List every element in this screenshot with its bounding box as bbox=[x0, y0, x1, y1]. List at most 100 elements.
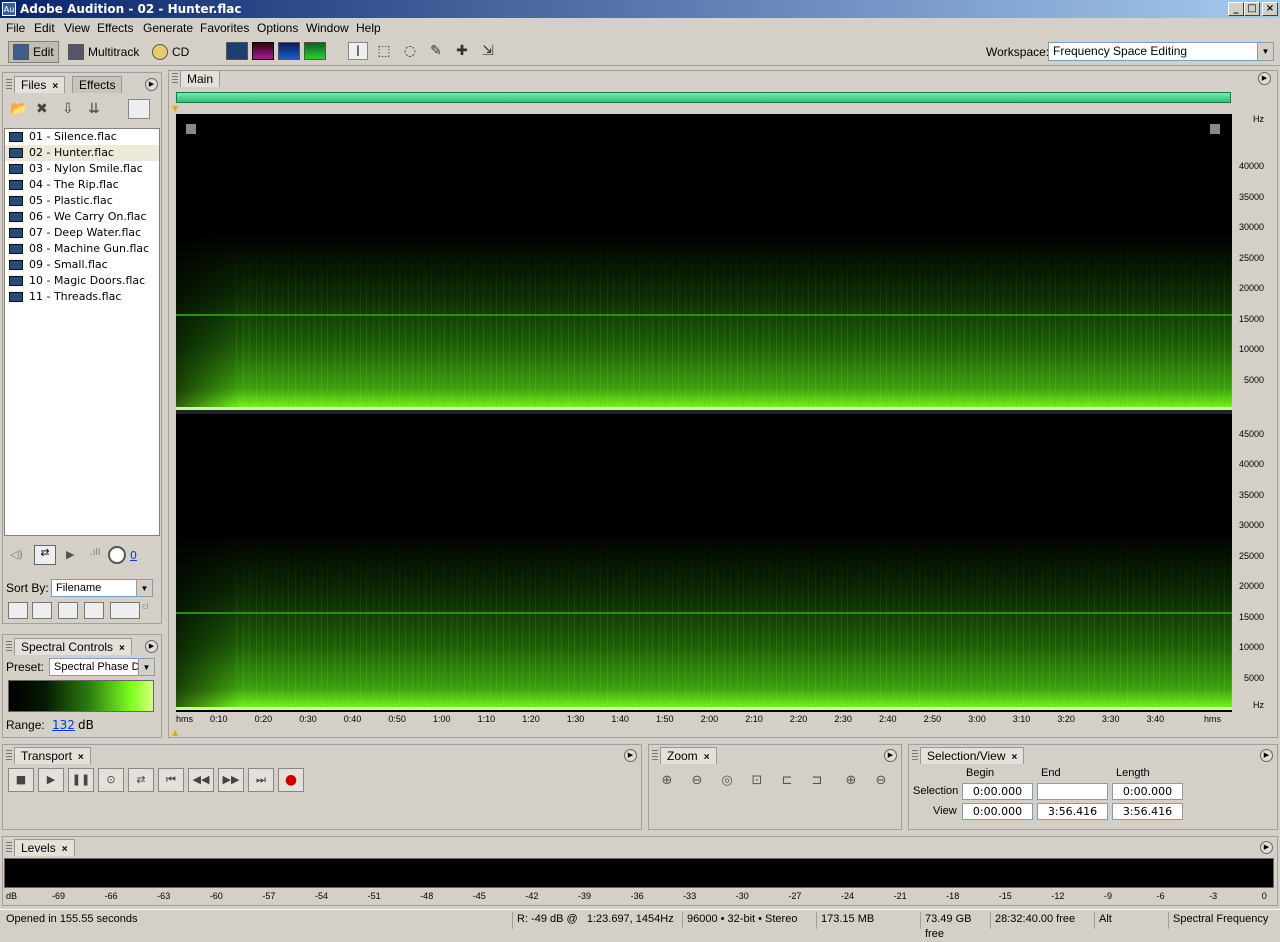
view-end-field[interactable]: 3:56.416 bbox=[1037, 803, 1108, 820]
record-button[interactable]: ● bbox=[278, 768, 304, 792]
panel-menu-icon[interactable]: ▶ bbox=[1260, 841, 1273, 854]
show-options-icon[interactable] bbox=[128, 99, 150, 119]
file-list-item[interactable]: 09 - Small.flac bbox=[5, 257, 159, 273]
insert-into-cd-icon[interactable]: ⇊ bbox=[88, 101, 100, 117]
menu-favorites[interactable]: Favorites bbox=[200, 21, 249, 35]
filter-video-icon[interactable] bbox=[58, 602, 78, 619]
file-list-item[interactable]: 01 - Silence.flac bbox=[5, 129, 159, 145]
file-list-item[interactable]: 02 - Hunter.flac bbox=[5, 145, 159, 161]
minimize-button[interactable]: _ bbox=[1228, 2, 1244, 16]
panel-menu-icon[interactable]: ▶ bbox=[1260, 749, 1273, 762]
play-preview-icon[interactable]: ▶ bbox=[66, 548, 74, 561]
playhead-bottom-icon[interactable]: ▲ bbox=[172, 728, 178, 737]
open-file-icon[interactable]: 📂 bbox=[10, 101, 27, 117]
close-file-icon[interactable]: ✖ bbox=[36, 101, 48, 117]
volume-value[interactable]: 0 bbox=[130, 549, 137, 562]
menu-window[interactable]: Window bbox=[306, 21, 349, 35]
fade-in-handle-icon[interactable] bbox=[186, 124, 196, 134]
overview-bar[interactable] bbox=[176, 92, 1231, 103]
stop-button[interactable]: ■ bbox=[8, 768, 34, 792]
marquee-tool-icon[interactable]: ⬚ bbox=[374, 42, 394, 60]
view-begin-field[interactable]: 0:00.000 bbox=[962, 803, 1033, 820]
autoplay-icon[interactable]: ◁) bbox=[10, 548, 23, 561]
file-list-item[interactable]: 05 - Plastic.flac bbox=[5, 193, 159, 209]
files-list[interactable]: 01 - Silence.flac 02 - Hunter.flac 03 - Ny… bbox=[4, 128, 160, 536]
zoom-to-right-edge-icon[interactable]: ⊐ bbox=[806, 770, 828, 792]
file-list-item[interactable]: 11 - Threads.flac bbox=[5, 289, 159, 305]
zoom-to-left-edge-icon[interactable]: ⊏ bbox=[776, 770, 798, 792]
spot-healing-tool-icon[interactable]: ✚ bbox=[452, 42, 472, 60]
selection-length-field[interactable]: 0:00.000 bbox=[1112, 783, 1183, 800]
spectral-frequency-display-button[interactable] bbox=[252, 42, 274, 60]
zoom-in-vertical-icon[interactable]: ⊕ bbox=[840, 770, 862, 792]
panel-menu-icon[interactable]: ▶ bbox=[884, 749, 897, 762]
loop-play-button[interactable]: ⇄ bbox=[128, 768, 154, 792]
workspace-select[interactable]: Frequency Space Editing ▼ bbox=[1048, 42, 1274, 61]
file-list-item[interactable]: 06 - We Carry On.flac bbox=[5, 209, 159, 225]
brush-tool-icon[interactable]: ✎ bbox=[426, 42, 446, 60]
menu-edit[interactable]: Edit bbox=[34, 21, 55, 35]
menu-effects[interactable]: Effects bbox=[97, 21, 133, 35]
filter-midi-icon[interactable] bbox=[84, 602, 104, 619]
tab-effects[interactable]: Effects bbox=[72, 76, 123, 93]
maximize-button[interactable]: □ bbox=[1244, 2, 1260, 16]
zoom-out-horizontal-icon[interactable]: ⊖ bbox=[686, 770, 708, 792]
pause-button[interactable]: ❚❚ bbox=[68, 768, 94, 792]
go-to-start-button[interactable]: ⏮ bbox=[158, 768, 184, 792]
view-length-field[interactable]: 3:56.416 bbox=[1112, 803, 1183, 820]
go-to-end-button[interactable]: ⏭ bbox=[248, 768, 274, 792]
play-button[interactable]: ▶ bbox=[38, 768, 64, 792]
panel-menu-icon[interactable]: ▶ bbox=[624, 749, 637, 762]
menu-generate[interactable]: Generate bbox=[143, 21, 193, 35]
time-selection-tool-icon[interactable]: I bbox=[348, 42, 368, 60]
file-list-item[interactable]: 03 - Nylon Smile.flac bbox=[5, 161, 159, 177]
panel-menu-icon[interactable]: ▶ bbox=[145, 640, 158, 653]
zoom-in-horizontal-icon[interactable]: ⊕ bbox=[656, 770, 678, 792]
filter-loop-icon[interactable] bbox=[32, 602, 52, 619]
tab-selection-view[interactable]: Selection/View × bbox=[920, 747, 1025, 764]
volume-knob[interactable] bbox=[108, 546, 126, 564]
file-list-item[interactable]: 07 - Deep Water.flac bbox=[5, 225, 159, 241]
fast-forward-button[interactable]: ▶▶ bbox=[218, 768, 244, 792]
filter-audio-icon[interactable] bbox=[8, 602, 28, 619]
tab-zoom[interactable]: Zoom × bbox=[660, 747, 717, 764]
multitrack-view-button[interactable]: Multitrack bbox=[64, 41, 143, 63]
selection-end-field[interactable] bbox=[1037, 783, 1108, 800]
playhead-marker-icon[interactable]: ▼ bbox=[172, 104, 178, 113]
file-list-item[interactable]: 04 - The Rip.flac bbox=[5, 177, 159, 193]
zoom-to-selection-icon[interactable]: ⊡ bbox=[746, 770, 768, 792]
tab-levels[interactable]: Levels × bbox=[14, 839, 75, 856]
lasso-tool-icon[interactable]: ◌ bbox=[400, 42, 420, 60]
tab-main[interactable]: Main bbox=[180, 70, 221, 87]
spectral-pan-display-button[interactable] bbox=[278, 42, 300, 60]
show-all-icon[interactable] bbox=[110, 602, 140, 619]
clip-filter-icon[interactable]: cl bbox=[142, 602, 158, 619]
preset-select[interactable]: Spectral Phase D ▼ bbox=[49, 658, 155, 676]
tab-files[interactable]: Files × bbox=[14, 76, 66, 93]
insert-into-multitrack-icon[interactable]: ⇩ bbox=[62, 101, 74, 117]
file-list-item[interactable]: 08 - Machine Gun.flac bbox=[5, 241, 159, 257]
menu-help[interactable]: Help bbox=[356, 21, 381, 35]
edit-view-button[interactable]: Edit bbox=[8, 41, 59, 63]
rewind-button[interactable]: ◀◀ bbox=[188, 768, 214, 792]
play-to-end-button[interactable]: ⊙ bbox=[98, 768, 124, 792]
fade-out-handle-icon[interactable] bbox=[1210, 124, 1220, 134]
panel-menu-icon[interactable]: ▶ bbox=[1258, 72, 1271, 85]
scrub-tool-icon[interactable]: ⇲ bbox=[478, 42, 498, 60]
selection-begin-field[interactable]: 0:00.000 bbox=[962, 783, 1033, 800]
spectral-display[interactable] bbox=[176, 114, 1232, 712]
zoom-out-full-icon[interactable]: ◎ bbox=[716, 770, 738, 792]
menu-file[interactable]: File bbox=[6, 21, 25, 35]
panel-menu-icon[interactable]: ▶ bbox=[145, 78, 158, 91]
spectral-phase-display-button[interactable] bbox=[304, 42, 326, 60]
sort-by-select[interactable]: Filename ▼ bbox=[51, 579, 153, 597]
file-list-item[interactable]: 10 - Magic Doors.flac bbox=[5, 273, 159, 289]
menu-view[interactable]: View bbox=[64, 21, 90, 35]
loop-icon[interactable]: ⇄ bbox=[34, 545, 56, 565]
zoom-out-vertical-icon[interactable]: ⊖ bbox=[870, 770, 892, 792]
spectral-color-gradient[interactable] bbox=[8, 680, 154, 712]
close-button[interactable]: × bbox=[1262, 2, 1278, 16]
tab-transport[interactable]: Transport × bbox=[14, 747, 91, 764]
cd-view-button[interactable]: CD bbox=[148, 41, 193, 63]
range-value[interactable]: 132 bbox=[52, 718, 75, 732]
